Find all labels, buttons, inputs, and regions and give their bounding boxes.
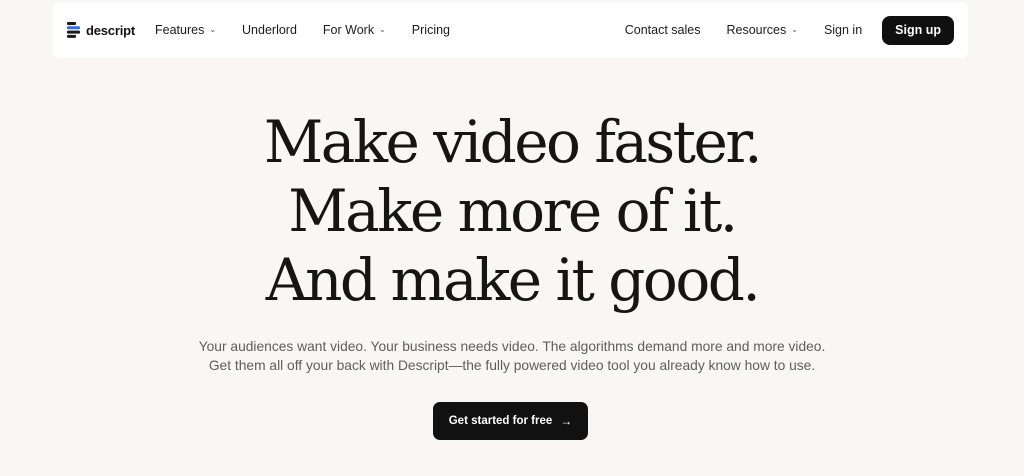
hero-headline: Make video faster. Make more of it. And … (0, 108, 1024, 315)
hero-subheading-line-2: Get them all off your back with Descript… (208, 358, 816, 373)
nav-item-label: For Work (322, 23, 375, 37)
sign-up-button[interactable]: Sign up (882, 15, 954, 45)
hero-headline-line-2: Make more of it. (288, 177, 738, 245)
nav-item-for-work[interactable]: For Work ⌄ (323, 23, 386, 37)
nav-item-label: Sign in (823, 23, 863, 37)
brand-name: descript (86, 22, 135, 38)
chevron-down-icon: ⌄ (379, 24, 386, 34)
hero-subheading-line-1: Your audiences want video. Your business… (198, 339, 826, 354)
nav-item-label: Features (154, 23, 205, 37)
nav-item-label: Contact sales (624, 23, 701, 37)
get-started-button[interactable]: Get started for free → (433, 402, 588, 440)
descript-logo-icon (67, 22, 80, 38)
nav-item-resources[interactable]: Resources ⌄ (726, 23, 797, 37)
nav-item-features[interactable]: Features ⌄ (155, 23, 216, 37)
nav-item-pricing[interactable]: Pricing (412, 23, 450, 37)
nav-item-label: Underlord (242, 23, 297, 37)
chevron-down-icon: ⌄ (791, 24, 798, 34)
chevron-down-icon: ⌄ (209, 24, 217, 34)
nav-item-underlord[interactable]: Underlord (242, 23, 297, 37)
hero-headline-line-1: Make video faster. (263, 108, 763, 176)
nav-item-label: Pricing (411, 23, 451, 37)
hero-headline-line-3: And make it good. (265, 246, 761, 314)
sign-in-link[interactable]: Sign in (824, 23, 862, 37)
arrow-right-icon: → (560, 414, 573, 428)
logo[interactable]: descript (67, 22, 135, 38)
top-nav: descript Features ⌄ Underlord For Work ⌄… (53, 2, 968, 58)
nav-right: Contact sales Resources ⌄ Sign in Sign u… (599, 15, 954, 45)
nav-left: Features ⌄ Underlord For Work ⌄ Pricing (155, 23, 476, 37)
get-started-label: Get started for free (448, 415, 553, 427)
hero-subheading: Your audiences want video. Your business… (0, 337, 1024, 375)
nav-item-label: Resources (726, 23, 787, 37)
nav-item-contact-sales[interactable]: Contact sales (625, 23, 701, 37)
